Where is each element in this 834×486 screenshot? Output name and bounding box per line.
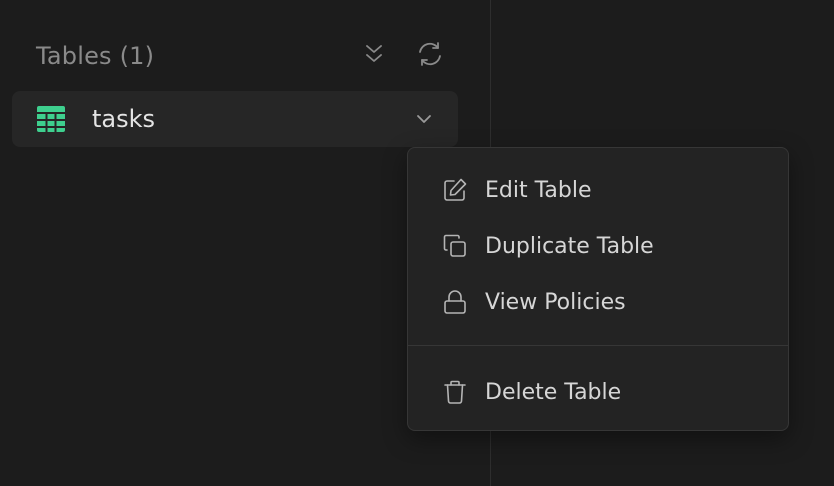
table-context-menu: Edit Table Duplicate Table View Policies bbox=[407, 147, 789, 431]
section-title: Tables (1) bbox=[36, 42, 155, 70]
copy-icon bbox=[442, 233, 468, 259]
menu-item-label: Edit Table bbox=[485, 177, 592, 203]
collapse-all-icon bbox=[362, 42, 386, 70]
menu-item-label: View Policies bbox=[485, 289, 626, 315]
table-row-tasks[interactable]: tasks bbox=[12, 91, 458, 147]
edit-icon bbox=[442, 177, 468, 203]
menu-item-view-policies[interactable]: View Policies bbox=[408, 278, 788, 326]
trash-icon bbox=[442, 379, 468, 405]
menu-divider bbox=[408, 345, 788, 346]
menu-item-label: Delete Table bbox=[485, 379, 622, 405]
chevron-down-icon[interactable] bbox=[412, 107, 436, 131]
refresh-button[interactable] bbox=[414, 40, 446, 72]
table-name: tasks bbox=[92, 105, 156, 133]
menu-item-duplicate-table[interactable]: Duplicate Table bbox=[408, 222, 788, 270]
collapse-all-button[interactable] bbox=[358, 40, 390, 72]
refresh-icon bbox=[416, 40, 444, 72]
lock-icon bbox=[442, 289, 468, 315]
header-actions bbox=[358, 40, 446, 72]
menu-item-delete-table[interactable]: Delete Table bbox=[408, 368, 788, 416]
menu-item-edit-table[interactable]: Edit Table bbox=[408, 166, 788, 214]
menu-item-label: Duplicate Table bbox=[485, 233, 654, 259]
table-grid-icon bbox=[36, 105, 68, 133]
tables-section-header: Tables (1) bbox=[36, 38, 446, 74]
